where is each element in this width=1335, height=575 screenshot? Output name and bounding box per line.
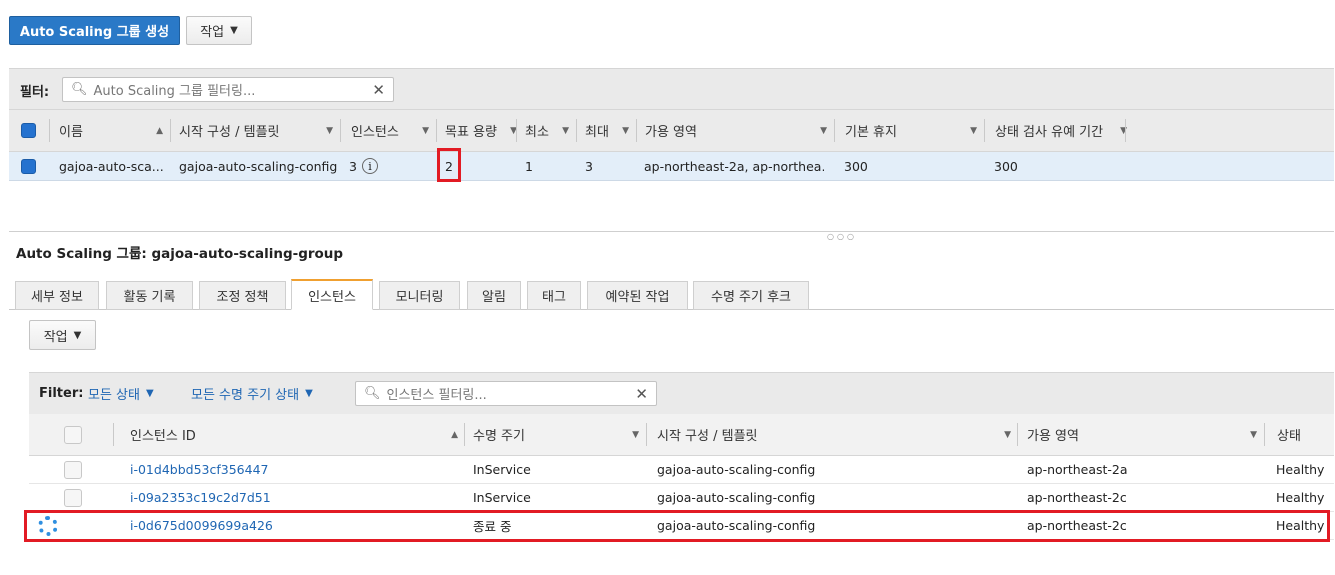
sort-icon: ▼ xyxy=(562,125,569,136)
desired-highlight-box xyxy=(437,148,461,182)
col-grace[interactable]: 상태 검사 유예 기간 ▼ xyxy=(995,110,1127,151)
tab-notifications[interactable]: 알림 xyxy=(467,281,521,310)
filter-label: 필터: xyxy=(20,85,50,100)
instance-zone: ap-northeast-2a xyxy=(1027,462,1128,477)
col-min[interactable]: 최소 ▼ xyxy=(525,110,575,151)
create-asg-button[interactable]: Auto Scaling 그룹 생성 xyxy=(9,16,180,45)
instances-table-header: 인스턴스 ID ▲ 수명 주기 ▼ 시작 구성 / 템플릿 ▼ 가용 영역 ▼ 상태 xyxy=(29,414,1334,456)
sort-icon: ▼ xyxy=(326,125,333,136)
group-search-placeholder: Auto Scaling 그룹 필터링... xyxy=(93,84,256,99)
sort-asc-icon: ▲ xyxy=(156,125,163,136)
clear-icon[interactable]: ✕ xyxy=(635,385,648,403)
col-health[interactable]: 상태 xyxy=(1277,414,1301,455)
terminating-row-highlight-box xyxy=(24,510,1330,542)
group-max: 3 xyxy=(585,158,593,174)
instance-filter-label: Filter: xyxy=(39,386,84,401)
group-cooldown: 300 xyxy=(844,158,868,174)
chevron-down-icon: ▼ xyxy=(145,388,154,399)
actions-label: 작업 xyxy=(200,25,225,40)
tab-activity[interactable]: 활동 기록 xyxy=(106,281,193,310)
instance-zone: ap-northeast-2c xyxy=(1027,490,1127,505)
select-all-checkbox[interactable] xyxy=(64,425,82,444)
sort-icon: ▼ xyxy=(970,125,977,136)
groups-table-header: 이름 ▲ 시작 구성 / 템플릿 ▼ 인스턴스 ▼ 목표 용량 ▼ 최소 ▼ 최대 ▼ 가용… xyxy=(9,109,1334,152)
instance-lifecycle: InService xyxy=(473,462,531,477)
clear-icon[interactable]: ✕ xyxy=(372,81,385,99)
group-zones: ap-northeast-2a, ap-northea... xyxy=(644,158,824,174)
col-launch-config[interactable]: 시작 구성 / 템플릿 ▼ xyxy=(657,414,1017,455)
chevron-down-icon: ▼ xyxy=(230,25,238,36)
sort-icon: ▼ xyxy=(622,125,629,136)
sort-icon: ▼ xyxy=(820,125,827,136)
sort-icon: ▼ xyxy=(1004,429,1011,440)
panel-divider[interactable] xyxy=(9,231,1334,232)
table-row[interactable]: i-01d4bbd53cf356447 InService gajoa-auto… xyxy=(29,456,1334,484)
instance-id-link[interactable]: i-01d4bbd53cf356447 xyxy=(130,456,268,483)
instance-search-placeholder: 인스턴스 필터링... xyxy=(386,388,487,403)
detail-tabs: 세부 정보 활동 기록 조정 정책 인스턴스 모니터링 알림 태그 예약된 작업… xyxy=(9,278,1334,310)
table-row[interactable]: i-09a2353c19c2d7d51 InService gajoa-auto… xyxy=(29,484,1334,512)
group-launch-config: gajoa-auto-scaling-config xyxy=(179,158,338,174)
group-search-input[interactable]: 🔍︎ Auto Scaling 그룹 필터링... ✕ xyxy=(62,77,394,102)
col-instance-id[interactable]: 인스턴스 ID ▲ xyxy=(130,414,464,455)
drag-handle-icon[interactable]: ○○○ xyxy=(827,232,857,241)
group-instances: 3 i xyxy=(349,152,378,180)
chevron-down-icon: ▼ xyxy=(73,329,82,341)
row-checkbox[interactable] xyxy=(21,158,36,174)
sort-icon: ▼ xyxy=(632,429,639,440)
col-instances[interactable]: 인스턴스 ▼ xyxy=(351,110,435,151)
tab-scheduled-actions[interactable]: 예약된 작업 xyxy=(587,281,688,310)
col-lifecycle[interactable]: 수명 주기 ▼ xyxy=(473,414,645,455)
col-launch-config[interactable]: 시작 구성 / 템플릿 ▼ xyxy=(179,110,339,151)
row-checkbox[interactable] xyxy=(64,460,82,479)
search-icon: 🔍︎ xyxy=(71,82,88,97)
tab-monitoring[interactable]: 모니터링 xyxy=(379,281,460,310)
sort-icon: ▼ xyxy=(422,125,429,136)
col-name[interactable]: 이름 ▲ xyxy=(59,110,169,151)
instance-health: Healthy xyxy=(1276,462,1325,477)
select-all-checkbox[interactable] xyxy=(21,123,36,138)
instance-actions-button[interactable]: 작업 ▼ xyxy=(29,320,96,350)
tab-scaling-policies[interactable]: 조정 정책 xyxy=(199,281,286,310)
search-icon: 🔍︎ xyxy=(364,386,381,401)
row-checkbox[interactable] xyxy=(64,488,82,507)
sort-icon: ▼ xyxy=(1250,429,1257,440)
tab-instances[interactable]: 인스턴스 xyxy=(291,279,373,310)
state-dropdown[interactable]: 모든 상태 ▼ xyxy=(88,384,154,403)
sort-asc-icon: ▲ xyxy=(451,429,458,440)
tab-lifecycle-hooks[interactable]: 수명 주기 후크 xyxy=(693,281,809,310)
lifecycle-dropdown[interactable]: 모든 수명 주기 상태 ▼ xyxy=(191,384,313,403)
instance-search-input[interactable]: 🔍︎ 인스턴스 필터링... ✕ xyxy=(355,381,657,406)
tab-details[interactable]: 세부 정보 xyxy=(15,281,99,310)
info-icon[interactable]: i xyxy=(361,158,378,174)
table-row[interactable]: gajoa-auto-sca... gajoa-auto-scaling-con… xyxy=(9,152,1334,181)
col-max[interactable]: 최대 ▼ xyxy=(585,110,635,151)
group-grace: 300 xyxy=(994,158,1018,174)
chevron-down-icon: ▼ xyxy=(305,388,313,399)
col-zones[interactable]: 가용 영역 ▼ xyxy=(645,110,833,151)
instance-config: gajoa-auto-scaling-config xyxy=(657,462,816,477)
col-cooldown[interactable]: 기본 휴지 ▼ xyxy=(845,110,983,151)
detail-title: Auto Scaling 그룹: gajoa-auto-scaling-grou… xyxy=(16,246,344,262)
instance-id-link[interactable]: i-09a2353c19c2d7d51 xyxy=(130,484,271,511)
group-filter-bar: 필터: 🔍︎ Auto Scaling 그룹 필터링... ✕ xyxy=(9,68,1334,109)
col-zone[interactable]: 가용 영역 ▼ xyxy=(1027,414,1263,455)
group-min: 1 xyxy=(525,158,533,174)
instance-filter-bar: Filter: 모든 상태 ▼ 모든 수명 주기 상태 ▼ 🔍︎ 인스턴스 필터링.… xyxy=(29,372,1334,414)
instance-actions-label: 작업 xyxy=(43,329,68,345)
instance-health: Healthy xyxy=(1276,490,1325,505)
col-desired[interactable]: 목표 용량 ▼ xyxy=(445,110,517,151)
tab-tags[interactable]: 태그 xyxy=(527,281,581,310)
group-name: gajoa-auto-sca... xyxy=(59,158,164,174)
actions-button[interactable]: 작업 ▼ xyxy=(186,16,252,45)
instance-lifecycle: InService xyxy=(473,490,531,505)
instance-config: gajoa-auto-scaling-config xyxy=(657,490,816,505)
